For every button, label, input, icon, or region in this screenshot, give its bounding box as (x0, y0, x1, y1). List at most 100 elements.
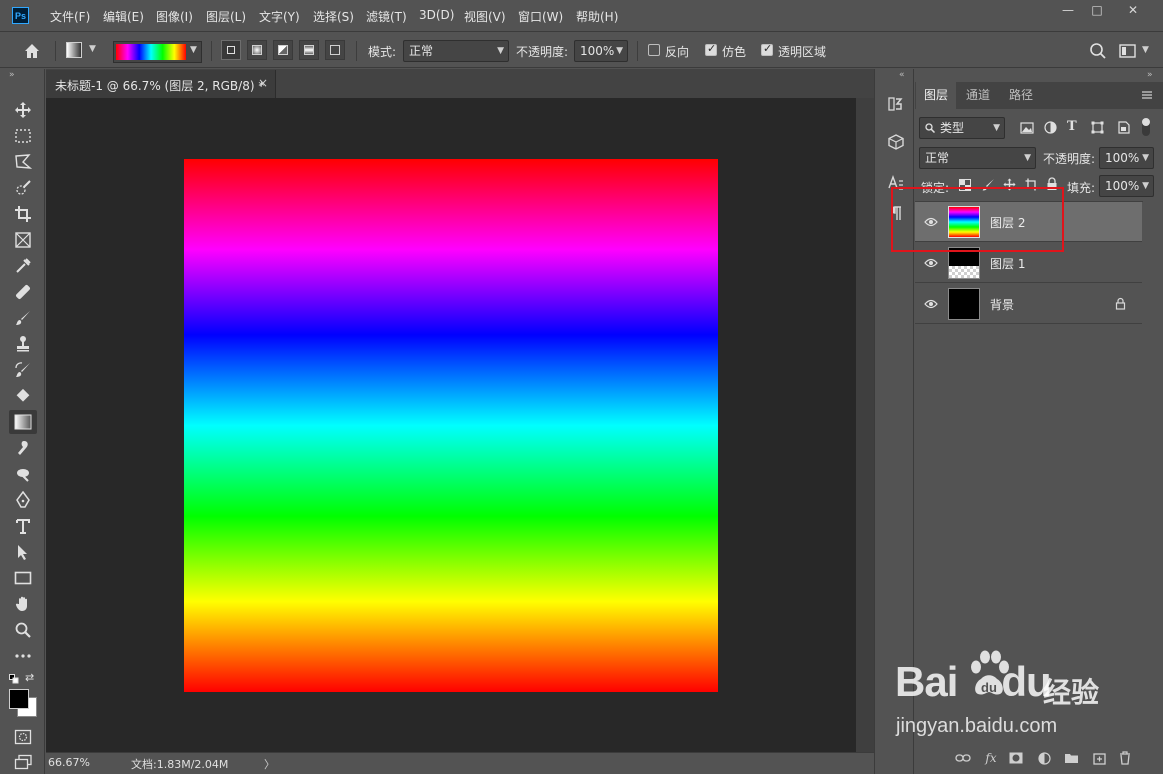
more-tools-icon[interactable] (9, 644, 37, 668)
filter-toggle[interactable] (1142, 118, 1150, 136)
menu-select[interactable]: 选择(S) (313, 8, 354, 25)
menu-help[interactable]: 帮助(H) (576, 8, 618, 25)
radial-gradient-button[interactable] (247, 40, 267, 60)
frame-tool-icon[interactable] (9, 228, 37, 252)
angle-gradient-button[interactable] (273, 40, 293, 60)
watermark-subtitle: 经验 (1043, 676, 1100, 709)
maximize-button[interactable]: □ (1085, 3, 1109, 17)
workspace-icon[interactable] (1119, 43, 1137, 59)
trash-icon[interactable] (1117, 751, 1133, 765)
menu-image[interactable]: 图像(I) (156, 8, 193, 25)
layer-opacity-field[interactable]: 100% ▼ (1099, 147, 1154, 169)
menu-filter[interactable]: 滤镜(T) (366, 8, 407, 25)
new-layer-icon[interactable] (1091, 751, 1107, 765)
eye-icon[interactable] (923, 255, 939, 271)
eraser-tool-icon[interactable] (9, 384, 37, 408)
eyedropper-tool-icon[interactable] (9, 254, 37, 278)
gradient-tool-preset-icon[interactable] (66, 42, 82, 58)
screen-mode-icon[interactable] (9, 750, 37, 774)
lasso-tool-icon[interactable] (9, 150, 37, 174)
3d-panel-icon[interactable] (885, 131, 907, 153)
search-icon (925, 123, 935, 133)
marquee-tool-icon[interactable] (9, 124, 37, 148)
dither-checkbox[interactable] (705, 42, 717, 56)
path-selection-tool-icon[interactable] (9, 540, 37, 564)
reflected-gradient-button[interactable] (299, 40, 319, 60)
opacity-label: 不透明度: (516, 45, 569, 59)
clone-stamp-tool-icon[interactable] (9, 332, 37, 356)
mode-dropdown[interactable]: 正常 ▼ (403, 40, 509, 62)
document-size-info: 文档:1.83M/2.04M (131, 758, 229, 771)
rectangle-tool-icon[interactable] (9, 566, 37, 590)
default-colors-icon[interactable] (9, 673, 19, 684)
menu-type[interactable]: 文字(Y) (259, 8, 300, 25)
gradient-tool-icon[interactable] (9, 410, 37, 434)
pen-tool-icon[interactable] (9, 488, 37, 512)
tab-paths[interactable]: 路径 (1001, 82, 1041, 109)
foreground-color-swatch[interactable] (9, 689, 29, 709)
link-layers-icon[interactable] (955, 751, 971, 765)
gradient-picker[interactable]: ▼ (113, 41, 202, 63)
baidu-jingyan-watermark: Bai du du 经验 jingyan.baidu.com (893, 648, 1143, 748)
crop-tool-icon[interactable] (9, 202, 37, 226)
eye-icon[interactable] (923, 296, 939, 312)
layer-row[interactable]: 背景 (915, 284, 1142, 324)
swap-colors-icon[interactable]: ⇄ (25, 672, 37, 684)
dodge-tool-icon[interactable] (9, 462, 37, 486)
hand-tool-icon[interactable] (9, 592, 37, 616)
add-mask-icon[interactable] (1008, 751, 1024, 765)
layer-style-fx-icon[interactable]: fx (983, 751, 999, 765)
reverse-checkbox[interactable] (648, 44, 660, 56)
layer-thumbnail (948, 288, 980, 320)
panel-menu-icon[interactable] (1141, 89, 1153, 101)
new-group-icon[interactable] (1063, 751, 1079, 765)
tab-layers[interactable]: 图层 (916, 82, 957, 109)
diamond-gradient-button[interactable] (325, 40, 345, 60)
transparency-checkbox[interactable] (761, 42, 773, 56)
quick-selection-tool-icon[interactable] (9, 176, 37, 200)
smart-object-filter-icon[interactable] (1118, 121, 1130, 134)
chevron-down-icon[interactable]: ▼ (1142, 45, 1149, 55)
type-tool-icon[interactable] (9, 514, 37, 538)
brush-tool-icon[interactable] (9, 306, 37, 330)
linear-gradient-button[interactable] (221, 40, 241, 60)
layer-filter-dropdown[interactable]: 类型 ▼ (919, 117, 1005, 139)
adjustment-filter-icon[interactable] (1044, 121, 1057, 134)
close-tab-icon[interactable]: × (258, 76, 268, 90)
shape-filter-icon[interactable] (1091, 121, 1104, 134)
close-window-button[interactable]: ✕ (1121, 3, 1145, 17)
pixel-layer-filter-icon[interactable] (1020, 122, 1034, 134)
chevron-down-icon[interactable]: ▼ (89, 44, 96, 54)
move-tool-icon[interactable] (9, 98, 37, 122)
zoom-level[interactable]: 66.67% (48, 756, 90, 769)
adjustment-layer-icon[interactable] (1036, 751, 1052, 765)
zoom-tool-icon[interactable] (9, 618, 37, 642)
healing-brush-tool-icon[interactable] (9, 280, 37, 304)
home-icon[interactable] (22, 41, 42, 61)
collapse-icon[interactable]: » (1147, 70, 1153, 80)
opacity-field[interactable]: 100% ▼ (574, 40, 628, 62)
status-menu-arrow-icon[interactable]: 〉 (264, 756, 275, 772)
menu-edit[interactable]: 编辑(E) (103, 8, 144, 25)
blend-mode-dropdown[interactable]: 正常 ▼ (919, 147, 1036, 169)
smudge-tool-icon[interactable] (9, 436, 37, 460)
vertical-scrollbar[interactable] (856, 98, 874, 752)
search-icon[interactable] (1089, 42, 1107, 60)
history-panel-icon[interactable] (885, 93, 907, 115)
menu-layer[interactable]: 图层(L) (206, 8, 246, 25)
menu-3d[interactable]: 3D(D) (419, 8, 454, 22)
collapse-icon[interactable]: « (899, 70, 905, 80)
fill-field[interactable]: 100% ▼ (1099, 175, 1154, 197)
document-tab[interactable]: 未标题-1 @ 66.7% (图层 2, RGB/8) * × (46, 70, 276, 98)
quick-mask-icon[interactable] (9, 725, 37, 749)
minimize-button[interactable]: — (1056, 3, 1080, 17)
menu-window[interactable]: 窗口(W) (518, 8, 563, 25)
menu-view[interactable]: 视图(V) (464, 8, 506, 25)
tab-channels[interactable]: 通道 (958, 82, 998, 109)
history-brush-tool-icon[interactable] (9, 358, 37, 382)
collapse-icon[interactable]: » (9, 70, 15, 80)
chevron-down-icon: ▼ (1024, 153, 1031, 163)
document-image[interactable] (184, 159, 718, 692)
menu-file[interactable]: 文件(F) (50, 8, 90, 25)
type-filter-icon[interactable]: T (1067, 120, 1081, 134)
